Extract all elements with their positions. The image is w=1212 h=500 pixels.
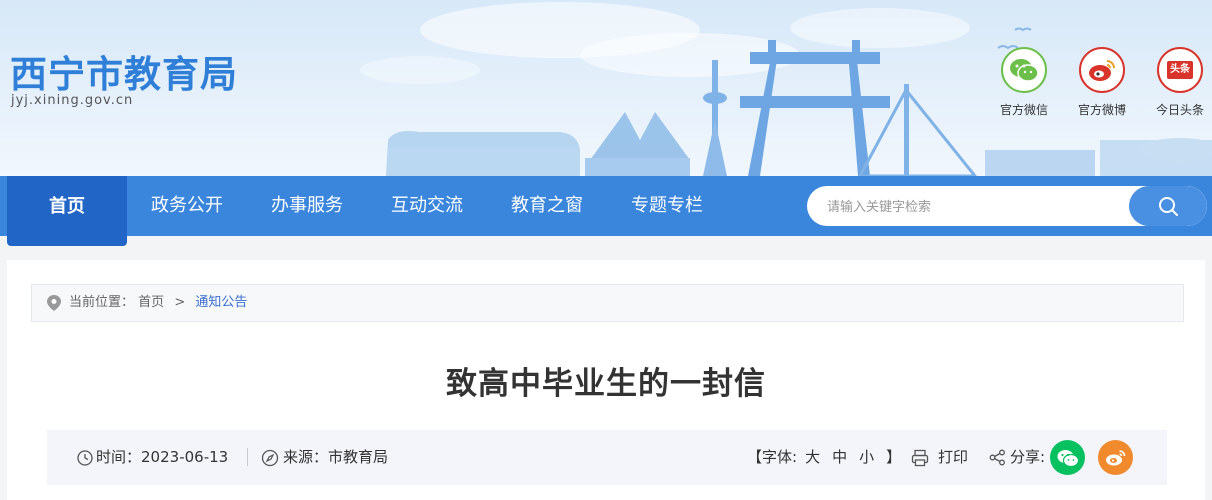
site-title[interactable]: 西宁市教育局 [10, 44, 238, 98]
official-weibo-link[interactable]: 官方微博 [1067, 47, 1137, 118]
publish-time: 时间： 2023-06-13 [77, 430, 228, 485]
share-icon [989, 449, 1005, 466]
location-pin-icon [47, 295, 61, 311]
toutiao-badge: 头条 [1167, 61, 1193, 79]
social-label: 官方微博 [1077, 103, 1126, 117]
meta-divider [247, 448, 248, 466]
nav-item-education-window[interactable]: 教育之窗 [487, 176, 607, 236]
printer-icon [911, 449, 929, 466]
share-label-group: 分享: [989, 430, 1045, 485]
social-label: 今日头条 [1155, 103, 1204, 117]
weibo-icon [1105, 449, 1125, 465]
breadcrumb: 当前位置： 首页 > 通知公告 [31, 284, 1184, 322]
wechat-icon [1001, 47, 1047, 93]
main-nav: 首页 政务公开 办事服务 互动交流 教育之窗 专题专栏 [0, 176, 1212, 246]
search-input[interactable] [807, 186, 1149, 226]
nav-item-services[interactable]: 办事服务 [247, 176, 367, 236]
search-button[interactable] [1129, 186, 1207, 226]
official-wechat-link[interactable]: 官方微信 [989, 47, 1059, 118]
print-button[interactable]: 打印 [911, 430, 968, 485]
compass-icon [261, 449, 279, 466]
font-medium-button[interactable]: 中 [832, 430, 847, 485]
breadcrumb-home[interactable]: 首页 [138, 295, 164, 310]
source-label: 来源： [283, 448, 329, 466]
search-icon [1159, 197, 1178, 216]
publish-date: 2023-06-13 [141, 448, 229, 466]
article-title: 致高中毕业生的一封信 [446, 366, 766, 402]
header-banner: 西宁市教育局 jyj.xining.gov.cn 官方微信 官方微博 头条 今日… [0, 0, 1212, 176]
font-size-label: 【字体: [747, 448, 798, 466]
nav-item-interaction[interactable]: 互动交流 [367, 176, 487, 236]
nav-item-home[interactable]: 首页 [7, 176, 127, 246]
clock-icon [77, 449, 93, 466]
time-label: 时间： [96, 448, 142, 466]
font-size-controls: 【字体: 大 中 小 】 [747, 430, 901, 485]
font-size-bracket: 】 [886, 448, 902, 466]
toutiao-link[interactable]: 头条 今日头条 [1145, 47, 1212, 118]
nav-item-special-topics[interactable]: 专题专栏 [607, 176, 727, 236]
breadcrumb-current[interactable]: 通知公告 [195, 295, 247, 310]
search-box [807, 186, 1207, 226]
article-meta-bar: 时间： 2023-06-13 来源： 市教育局 【字体: 大 中 小 】 打印 … [47, 430, 1167, 485]
weibo-icon [1079, 47, 1125, 93]
social-label: 官方微信 [999, 103, 1048, 117]
font-large-button[interactable]: 大 [805, 430, 820, 485]
nav-item-government-affairs[interactable]: 政务公开 [127, 176, 247, 236]
share-wechat-button[interactable] [1050, 440, 1085, 475]
site-domain: jyj.xining.gov.cn [11, 93, 134, 108]
share-label: 分享: [1010, 448, 1046, 466]
source-value: 市教育局 [328, 448, 389, 466]
article-source: 来源： 市教育局 [261, 430, 388, 485]
print-label: 打印 [938, 448, 969, 466]
breadcrumb-prefix: 当前位置： [69, 295, 135, 310]
article-panel: 当前位置： 首页 > 通知公告 致高中毕业生的一封信 时间： 2023-06-1… [7, 260, 1205, 500]
wechat-icon [1057, 449, 1079, 467]
font-small-button[interactable]: 小 [859, 430, 874, 485]
share-weibo-button[interactable] [1098, 440, 1133, 475]
breadcrumb-separator: > [174, 295, 186, 310]
toutiao-icon: 头条 [1157, 47, 1203, 93]
